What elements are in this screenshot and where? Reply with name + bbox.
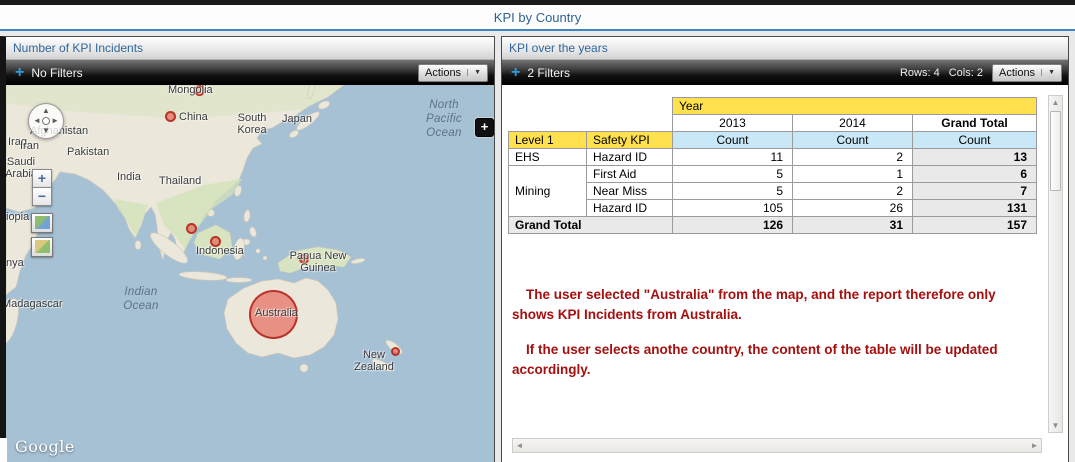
page-title: KPI by Country: [493, 9, 582, 25]
filters-label: 2 Filters: [527, 65, 571, 80]
report-content: Year 2013 2014 Grand Total Level 1 Safet…: [502, 85, 1068, 462]
dim-header-level1: Level 1: [508, 131, 587, 149]
map-marker-new-zealand[interactable]: [391, 347, 400, 356]
corner-cell: [509, 98, 673, 115]
scroll-up-icon[interactable]: ▲: [1049, 96, 1062, 109]
col-header-grand-total: Grand Total: [912, 114, 1037, 132]
overview-map-button[interactable]: [31, 237, 53, 257]
cell-value: 5: [672, 182, 793, 200]
pivot-table: Year 2013 2014 Grand Total Level 1 Safet…: [508, 97, 1037, 234]
col-header-2013: 2013: [672, 114, 793, 132]
corner-cell: [509, 115, 673, 132]
grand-total-overall: 157: [912, 216, 1037, 234]
map-type-icon: [34, 216, 50, 229]
cell-level1: EHS: [508, 148, 587, 166]
table-row: Hazard ID 105 26 131: [509, 199, 1037, 217]
app-header: KPI by Country: [0, 5, 1075, 31]
pan-right-icon[interactable]: ►: [51, 117, 59, 125]
years-toolbar: + 2 Filters Rows: 4 Cols: 2 Actions ▼: [502, 60, 1068, 85]
chevron-down-icon: ▼: [1041, 69, 1055, 76]
map-marker-indonesia-1[interactable]: [186, 223, 197, 234]
cell-value: 11: [672, 148, 793, 166]
pan-control[interactable]: ▲ ▼ ◄ ►: [28, 103, 64, 139]
table-row: 2013 2014 Grand Total: [509, 114, 1037, 132]
kpi-years-panel: KPI over the years + 2 Filters Rows: 4 C…: [501, 36, 1069, 462]
map-viewport[interactable]: Mongolia China Japan South Korea Afghani…: [6, 85, 494, 462]
rows-count-label: Rows: 4: [899, 66, 940, 79]
scroll-right-icon[interactable]: ►: [1028, 439, 1041, 452]
scroll-left-icon[interactable]: ◄: [513, 439, 526, 452]
panel-title-years: KPI over the years: [502, 37, 1068, 60]
vertical-scroll-thumb[interactable]: [1050, 111, 1061, 191]
actions-button[interactable]: Actions ▼: [417, 63, 488, 82]
cell-kpi: First Aid: [586, 165, 673, 183]
table-row: Level 1 Safety KPI Count Count Count: [508, 131, 1037, 149]
pan-center-icon[interactable]: [42, 117, 50, 125]
measure-header: Count: [672, 131, 793, 149]
table-row: Mining First Aid 5 1 6: [508, 165, 1037, 217]
cell-total: 13: [912, 148, 1037, 166]
chevron-down-icon: ▼: [467, 69, 481, 76]
grand-total-label: Grand Total: [508, 216, 673, 234]
cell-value: 1: [792, 165, 913, 183]
cell-kpi: Hazard ID: [586, 148, 673, 166]
year-header: Year: [672, 97, 1037, 115]
table-row: EHS Hazard ID 11 2 13: [508, 148, 1037, 166]
measure-header: Count: [792, 131, 913, 149]
vertical-scrollbar[interactable]: ▲ ▼: [1048, 95, 1063, 433]
annotation-paragraph-1: The user selected "Australia" from the m…: [512, 287, 996, 322]
cell-kpi: Near Miss: [586, 182, 673, 200]
map-marker-papua-new-guinea[interactable]: [299, 254, 309, 264]
kpi-incidents-panel: Number of KPI Incidents + No Filters Act…: [0, 36, 495, 462]
cell-value: 26: [792, 199, 913, 217]
pan-left-icon[interactable]: ◄: [33, 117, 41, 125]
grand-total-2014: 31: [792, 216, 913, 234]
cell-value: 2: [792, 182, 913, 200]
pan-down-icon[interactable]: ▼: [42, 127, 50, 135]
google-logo: Google: [15, 437, 75, 456]
cell-total: 7: [912, 182, 1037, 200]
cell-value: 5: [672, 165, 793, 183]
actions-label: Actions: [424, 66, 462, 79]
map-marker-australia-selected[interactable]: [249, 290, 298, 339]
add-filter-icon[interactable]: +: [15, 64, 24, 81]
zoom-out-button[interactable]: −: [32, 187, 52, 206]
grand-total-row: Grand Total 126 31 157: [508, 216, 1037, 234]
cell-total: 6: [912, 165, 1037, 183]
cell-total: 131: [912, 199, 1037, 217]
map-type-button[interactable]: [31, 213, 53, 233]
annotation-paragraph-2: If the user selects anothe country, the …: [512, 342, 998, 377]
cell-value: 105: [672, 199, 793, 217]
dim-header-safety-kpi: Safety KPI: [586, 131, 673, 149]
cell-value: 2: [792, 148, 913, 166]
actions-button[interactable]: Actions ▼: [991, 63, 1062, 82]
annotation-text: The user selected "Australia" from the m…: [512, 285, 1020, 395]
horizontal-scrollbar[interactable]: ◄ ►: [512, 438, 1042, 453]
overview-map-icon: [34, 240, 50, 253]
expand-map-button[interactable]: +: [475, 118, 494, 137]
incidents-toolbar: + No Filters Actions ▼: [6, 60, 494, 85]
table-row: Year: [509, 97, 1037, 115]
grand-total-2013: 126: [672, 216, 793, 234]
measure-header: Count: [912, 131, 1037, 149]
filters-label: No Filters: [31, 65, 83, 80]
table-row: Near Miss 5 2 7: [509, 182, 1037, 200]
window-corner: [0, 438, 7, 462]
dashboard: KPI by Country Number of KPI Incidents +…: [0, 0, 1075, 462]
zoom-in-button[interactable]: +: [32, 169, 52, 188]
cols-count-label: Cols: 2: [948, 66, 983, 79]
pan-up-icon[interactable]: ▲: [42, 107, 50, 115]
cell-kpi: Hazard ID: [586, 199, 673, 217]
map-marker-indonesia-2[interactable]: [210, 236, 221, 247]
map-marker-mongolia[interactable]: [194, 85, 205, 96]
cell-level1: Mining: [508, 165, 587, 217]
actions-label: Actions: [998, 66, 1036, 79]
col-header-2014: 2014: [792, 114, 913, 132]
map-marker-china[interactable]: [165, 111, 176, 122]
scroll-down-icon[interactable]: ▼: [1049, 419, 1062, 432]
add-filter-icon[interactable]: +: [511, 64, 520, 81]
panel-title-incidents: Number of KPI Incidents: [6, 37, 494, 60]
map-landmass: [6, 85, 403, 373]
